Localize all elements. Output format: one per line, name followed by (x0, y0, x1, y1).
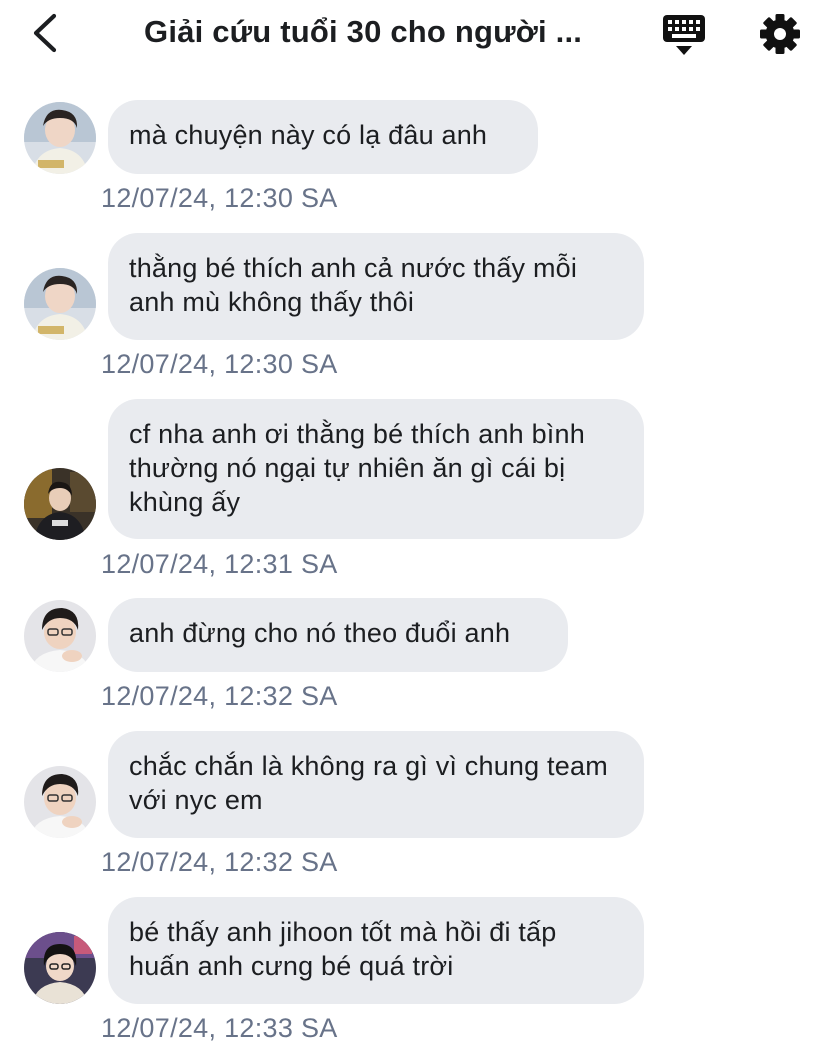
message-bubble[interactable]: chắc chắn là không ra gì vì chung team v… (108, 731, 644, 838)
message-timestamp: 12/07/24, 12:33 SA (101, 1013, 338, 1043)
message-bubble[interactable]: bé thấy anh jihoon tốt mà hồi đi tấp huấ… (108, 897, 644, 1004)
message-timestamp: 12/07/24, 12:32 SA (101, 847, 338, 877)
message-text: chắc chắn là không ra gì vì chung team v… (129, 751, 608, 815)
avatar[interactable] (24, 932, 96, 1004)
gear-icon (760, 14, 800, 54)
message-timestamp: 12/07/24, 12:31 SA (101, 549, 338, 579)
message-timestamp: 12/07/24, 12:30 SA (101, 349, 338, 379)
avatar[interactable] (24, 468, 96, 540)
avatar[interactable] (24, 600, 96, 672)
message-bubble[interactable]: anh đừng cho nó theo đuổi anh (108, 598, 568, 672)
keyboard-button[interactable] (660, 12, 708, 58)
avatar[interactable] (24, 268, 96, 340)
back-button[interactable] (22, 10, 66, 56)
message-text: thằng bé thích anh cả nước thấy mỗi anh … (129, 253, 578, 317)
keyboard-icon (663, 15, 705, 55)
chevron-left-icon (33, 13, 57, 53)
chat-header: Giải cứu tuổi 30 cho người ... (0, 0, 828, 70)
message-bubble[interactable]: mà chuyện này có lạ đâu anh (108, 100, 538, 174)
settings-button[interactable] (758, 12, 802, 56)
message-text: bé thấy anh jihoon tốt mà hồi đi tấp huấ… (129, 917, 557, 981)
message-bubble[interactable]: cf nha anh ơi thằng bé thích anh bình th… (108, 399, 644, 539)
chat-title[interactable]: Giải cứu tuổi 30 cho người ... (144, 14, 614, 50)
message-text: cf nha anh ơi thằng bé thích anh bình th… (129, 419, 585, 517)
message-text: mà chuyện này có lạ đâu anh (129, 120, 488, 150)
message-bubble[interactable]: thằng bé thích anh cả nước thấy mỗi anh … (108, 233, 644, 340)
message-timestamp: 12/07/24, 12:30 SA (101, 183, 338, 213)
message-text: anh đừng cho nó theo đuổi anh (129, 618, 511, 648)
avatar[interactable] (24, 102, 96, 174)
avatar[interactable] (24, 766, 96, 838)
message-timestamp: 12/07/24, 12:32 SA (101, 681, 338, 711)
